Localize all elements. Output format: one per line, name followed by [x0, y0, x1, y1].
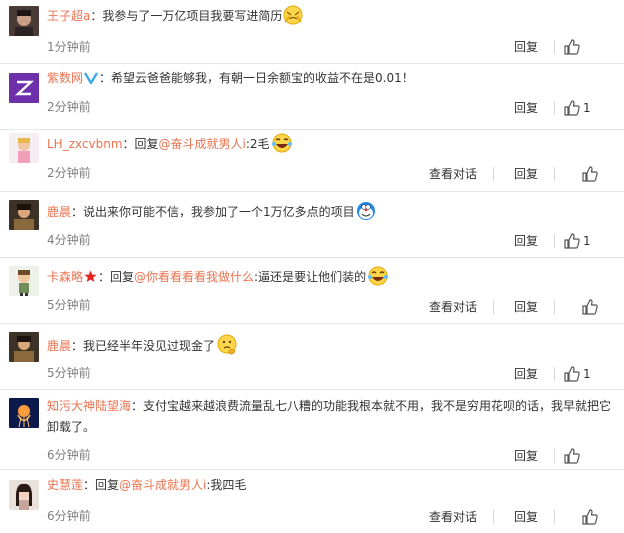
thumbs-up-icon: [564, 100, 580, 116]
comment-item: LH_zxcvbnm：回复@奋斗成就男人i:2毛 2分钟前 查看对话 回复: [0, 130, 624, 192]
reply-button[interactable]: 回复: [514, 507, 538, 527]
divider: [554, 167, 555, 181]
comment-text: ：回复: [98, 270, 135, 284]
like-button[interactable]: [582, 507, 622, 527]
mention-link[interactable]: @你看看看看我做什么: [134, 270, 254, 284]
timestamp: 5分钟前: [47, 366, 91, 380]
comment-text: :我四毛: [206, 478, 247, 492]
comment-text: ：说出来你可能不信，我参加了一个1万亿多点的项目: [71, 205, 355, 219]
like-button[interactable]: [564, 37, 604, 57]
verified-badge-icon: [83, 70, 99, 91]
avatar[interactable]: [9, 266, 39, 296]
avatar[interactable]: [9, 480, 39, 510]
divider: [493, 510, 494, 524]
username-link[interactable]: 卡森略: [47, 270, 83, 284]
avatar[interactable]: [9, 200, 39, 230]
thumbs-up-icon: [582, 509, 598, 525]
comment-list: 王子超a：我参与了一万亿项目我要写进简历 1分钟前 回复 紫数网 ：希望云爸爸能够…: [0, 0, 624, 533]
avatar[interactable]: [9, 6, 39, 36]
comment-text: ：支付宝越来越浪费流量乱七八糟的功能我根本就不用，我不是穷用花呗的话，我早就把它…: [47, 399, 612, 434]
avatar[interactable]: [9, 398, 39, 428]
like-button[interactable]: [582, 164, 622, 184]
avatar[interactable]: [9, 332, 39, 362]
mention-link[interactable]: @奋斗成就男人i: [119, 478, 206, 492]
username-link[interactable]: 鹿晨: [47, 205, 71, 219]
timestamp: 5分钟前: [47, 298, 91, 312]
doraemon-icon: [356, 201, 376, 228]
comment-item: 王子超a：我参与了一万亿项目我要写进简历 1分钟前 回复: [0, 0, 624, 64]
comment-item: 鹿晨：说出来你可能不信，我参加了一个1万亿多点的项目 4分钟前 回复 1: [0, 192, 624, 258]
comment-text: ：我参与了一万亿项目我要写进简历: [90, 9, 283, 23]
thumbs-up-icon: [564, 366, 580, 382]
timestamp: 6分钟前: [47, 448, 91, 462]
timestamp: 6分钟前: [47, 509, 91, 523]
divider: [554, 449, 555, 463]
comment-item: 知污大神陆望海：支付宝越来越浪费流量乱七八糟的功能我根本就不用，我不是穷用花呗的…: [0, 390, 624, 470]
avatar[interactable]: [9, 73, 39, 103]
thumbs-up-icon: [564, 233, 580, 249]
divider: [493, 300, 494, 314]
comment-item: 史慧莲：回复@奋斗成就男人i:我四毛 6分钟前 查看对话 回复: [0, 470, 624, 533]
aww-face-icon: [283, 5, 303, 32]
reply-button[interactable]: 回复: [514, 446, 538, 466]
divider: [554, 101, 555, 115]
comment-item: 紫数网 ：希望云爸爸能够我，有朝一日余额宝的收益不在是0.01！ 2分钟前 回复 …: [0, 64, 624, 130]
like-button[interactable]: [564, 446, 604, 466]
username-link[interactable]: 王子超a: [47, 9, 90, 23]
comment-text: ：我已经半年没见过现金了: [71, 339, 216, 353]
laughing-tears-icon: [271, 133, 293, 160]
like-count: 1: [583, 234, 591, 248]
comment-text: :逼还是要让他们装的: [254, 270, 367, 284]
comment-text: ：回复: [83, 478, 120, 492]
comment-item: 卡森略 ：回复@你看看看看我做什么:逼还是要让他们装的 5分钟前 查看对话 回复: [0, 258, 624, 324]
view-conversation-button[interactable]: 查看对话: [429, 297, 477, 317]
username-link[interactable]: 紫数网: [47, 71, 83, 85]
divider: [554, 510, 555, 524]
thumbs-up-icon: [582, 166, 598, 182]
divider: [554, 300, 555, 314]
reply-button[interactable]: 回复: [514, 297, 538, 317]
username-link[interactable]: 知污大神陆望海: [47, 399, 131, 413]
star-badge-icon: [84, 269, 97, 290]
mention-link[interactable]: @奋斗成就男人i: [159, 137, 246, 151]
comment-item: 鹿晨：我已经半年没见过现金了 5分钟前 回复 1: [0, 324, 624, 390]
username-link[interactable]: LH_zxcvbnm: [47, 137, 123, 151]
view-conversation-button[interactable]: 查看对话: [429, 507, 477, 527]
comment-text: :2毛: [245, 137, 270, 151]
reply-button[interactable]: 回复: [514, 231, 538, 251]
thumbs-up-icon: [564, 448, 580, 464]
laughing-tears-icon: [367, 266, 389, 293]
divider: [493, 167, 494, 181]
reply-button[interactable]: 回复: [514, 364, 538, 384]
thinking-face-icon: [216, 333, 238, 362]
like-button[interactable]: 1: [564, 231, 609, 251]
timestamp: 4分钟前: [47, 233, 91, 247]
divider: [554, 234, 555, 248]
thumbs-up-icon: [582, 299, 598, 315]
like-button[interactable]: 1: [564, 364, 609, 384]
divider: [554, 367, 555, 381]
like-count: 1: [583, 367, 591, 381]
like-button[interactable]: [582, 297, 622, 317]
reply-button[interactable]: 回复: [514, 98, 538, 118]
timestamp: 1分钟前: [47, 40, 91, 54]
divider: [554, 40, 555, 54]
comment-text: ：希望云爸爸能够我，有朝一日余额宝的收益不在是0.01！: [99, 71, 414, 85]
like-count: 1: [583, 101, 591, 115]
like-button[interactable]: 1: [564, 98, 609, 118]
timestamp: 2分钟前: [47, 100, 91, 114]
avatar[interactable]: [9, 133, 39, 163]
view-conversation-button[interactable]: 查看对话: [429, 164, 477, 184]
comment-text: ：回复: [122, 137, 159, 151]
username-link[interactable]: 史慧莲: [47, 478, 83, 492]
timestamp: 2分钟前: [47, 166, 91, 180]
reply-button[interactable]: 回复: [514, 164, 538, 184]
username-link[interactable]: 鹿晨: [47, 339, 71, 353]
thumbs-up-icon: [564, 39, 580, 55]
reply-button[interactable]: 回复: [514, 37, 538, 57]
